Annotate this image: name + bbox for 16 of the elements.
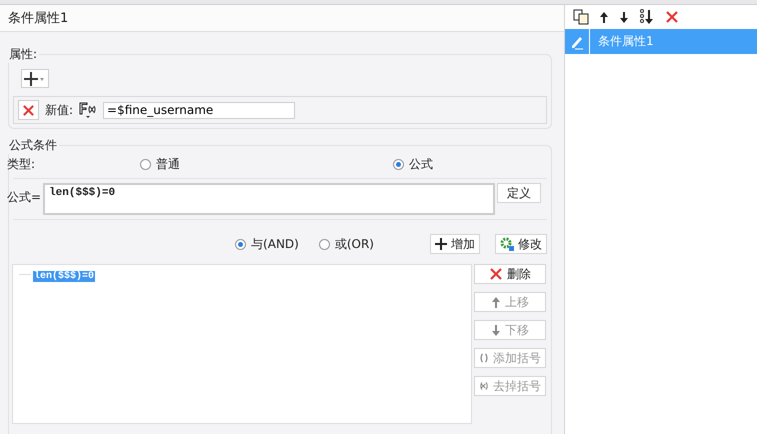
action-button[interactable]: 删除 bbox=[474, 264, 546, 284]
group-legend: 属性: bbox=[7, 46, 40, 63]
group-legend: 公式条件 bbox=[7, 137, 59, 154]
modify-button[interactable]: 修改 bbox=[495, 234, 547, 254]
value-input[interactable]: =$fine_username bbox=[103, 102, 296, 118]
formula-field[interactable]: len($$$)=0 bbox=[43, 183, 496, 215]
logic-radio[interactable]: 与(AND) bbox=[235, 236, 299, 252]
type-radio[interactable]: 公式 bbox=[393, 156, 433, 172]
type-label: 类型: bbox=[7, 156, 36, 172]
formula-label: 公式= bbox=[7, 189, 42, 206]
define-button[interactable]: 定义 bbox=[497, 183, 542, 203]
logic-radio[interactable]: 或(OR) bbox=[318, 236, 374, 252]
add-condition-button[interactable]: 增加 bbox=[430, 234, 480, 254]
type-radio[interactable]: 普通 bbox=[140, 156, 393, 172]
dialog-title: 条件属性1 bbox=[0, 5, 564, 32]
field-label: 新值: bbox=[45, 102, 74, 118]
